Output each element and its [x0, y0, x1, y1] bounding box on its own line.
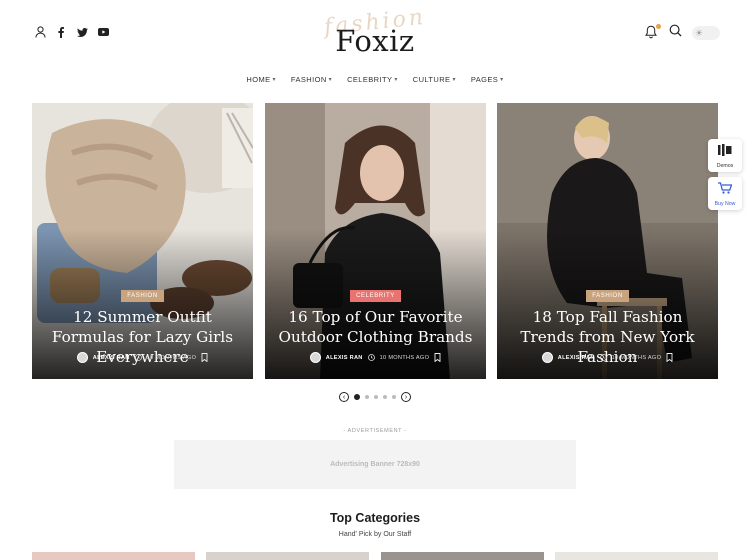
chevron-down-icon: ▾	[394, 77, 398, 83]
arrow-left-icon[interactable]: ‹	[339, 392, 349, 402]
clock-icon	[367, 354, 375, 361]
post-time: 10 MONTHS AGO	[379, 354, 430, 361]
cart-icon	[718, 181, 733, 199]
slide-title[interactable]: 16 Top of Our Favorite Outdoor Clothing …	[273, 307, 478, 347]
nav-pages[interactable]: PAGES ▾	[471, 75, 504, 84]
pager-dot[interactable]	[392, 395, 396, 399]
category-tag-wrap: FASHION	[32, 290, 253, 302]
category-thumb[interactable]	[32, 552, 195, 560]
clock-icon	[134, 354, 142, 361]
ad-label: - ADVERTISEMENT -	[343, 428, 407, 434]
nav-fashion[interactable]: FASHION ▾	[291, 75, 332, 84]
author-name[interactable]: ALEXIS RAN	[558, 355, 595, 361]
nav-label: CELEBRITY	[347, 75, 393, 84]
category-thumb[interactable]	[381, 552, 544, 560]
slide-meta: ALEXIS RAN 10 MONTHS AGO	[265, 352, 486, 363]
clock-icon	[599, 354, 607, 361]
bookmark-icon[interactable]	[201, 353, 208, 363]
chevron-down-icon: ▾	[328, 77, 333, 83]
site-logo[interactable]: fashion Foxiz	[0, 5, 750, 58]
nav-label: HOME	[246, 75, 271, 84]
demos-button[interactable]: Demos	[708, 139, 742, 172]
demos-icon	[718, 143, 732, 161]
nav-culture[interactable]: CULTURE ▾	[413, 75, 456, 84]
pager-dot[interactable]	[354, 394, 360, 400]
author-name[interactable]: ALEXIS RAN	[326, 355, 363, 361]
slide-card[interactable]: CELEBRITY 16 Top of Our Favorite Outdoor…	[265, 103, 486, 379]
chevron-down-icon: ▾	[452, 77, 456, 83]
slide-meta: ALEXIS RAN 10 MONTHS AGO	[32, 352, 253, 363]
nav-label: PAGES	[470, 75, 499, 84]
post-time: 10 MONTHS AGO	[611, 354, 662, 361]
slide-meta: ALEXIS RAN 10 MONTHS AGO	[497, 352, 718, 363]
slide-card[interactable]: FASHION 18 Top Fall Fashion Trends from …	[497, 103, 718, 379]
nav-home[interactable]: HOME ▾	[246, 75, 276, 84]
notification-dot	[656, 24, 661, 29]
section-title: Top Categories	[329, 511, 421, 525]
pager-dot[interactable]	[383, 395, 387, 399]
bookmark-icon[interactable]	[666, 353, 673, 363]
ad-banner-text: Advertising Banner 728x90	[330, 461, 420, 468]
slide-card[interactable]: FASHION 12 Summer Outfit Formulas for La…	[32, 103, 253, 379]
pager-dot[interactable]	[374, 395, 378, 399]
dark-mode-toggle[interactable]: ☀	[692, 26, 720, 40]
logo-wordmark: Foxiz	[335, 24, 415, 58]
chevron-down-icon: ▾	[272, 77, 276, 83]
category-tag-wrap: FASHION	[497, 290, 718, 302]
pager-dot[interactable]	[365, 395, 369, 399]
buy-now-button[interactable]: Buy Now	[708, 177, 742, 210]
nav-celebrity[interactable]: CELEBRITY ▾	[347, 75, 398, 84]
main-nav: HOME ▾ FASHION ▾ CELEBRITY ▾ CULTURE ▾ PAGES…	[0, 75, 750, 84]
slider-pagination: ‹ ›	[0, 392, 750, 402]
category-tag-wrap: CELEBRITY	[265, 290, 486, 302]
bookmark-icon[interactable]	[434, 353, 441, 363]
category-tag[interactable]: FASHION	[586, 290, 629, 302]
post-time: 10 MONTHS AGO	[146, 354, 197, 361]
demos-label: Demos	[716, 162, 734, 169]
chevron-down-icon: ▾	[500, 77, 504, 83]
buy-now-label: Buy Now	[714, 200, 736, 207]
nav-label: CULTURE	[412, 75, 451, 84]
avatar[interactable]	[541, 352, 553, 363]
bell-icon[interactable]	[645, 24, 661, 41]
search-icon[interactable]	[669, 24, 682, 42]
header-actions: ☀	[645, 24, 720, 42]
arrow-right-icon[interactable]: ›	[401, 392, 411, 402]
category-thumb[interactable]	[206, 552, 369, 560]
author-name[interactable]: ALEXIS RAN	[93, 355, 130, 361]
avatar[interactable]	[309, 352, 321, 363]
category-tag[interactable]: FASHION	[121, 290, 164, 302]
ad-banner[interactable]: Advertising Banner 728x90	[174, 440, 576, 489]
avatar[interactable]	[76, 352, 88, 363]
category-thumb[interactable]	[555, 552, 718, 560]
sun-icon: ☀	[695, 27, 704, 38]
category-tag[interactable]: CELEBRITY	[350, 290, 401, 302]
section-subtitle: Hand' Pick by Our Staff	[338, 531, 412, 538]
nav-label: FASHION	[290, 75, 327, 84]
